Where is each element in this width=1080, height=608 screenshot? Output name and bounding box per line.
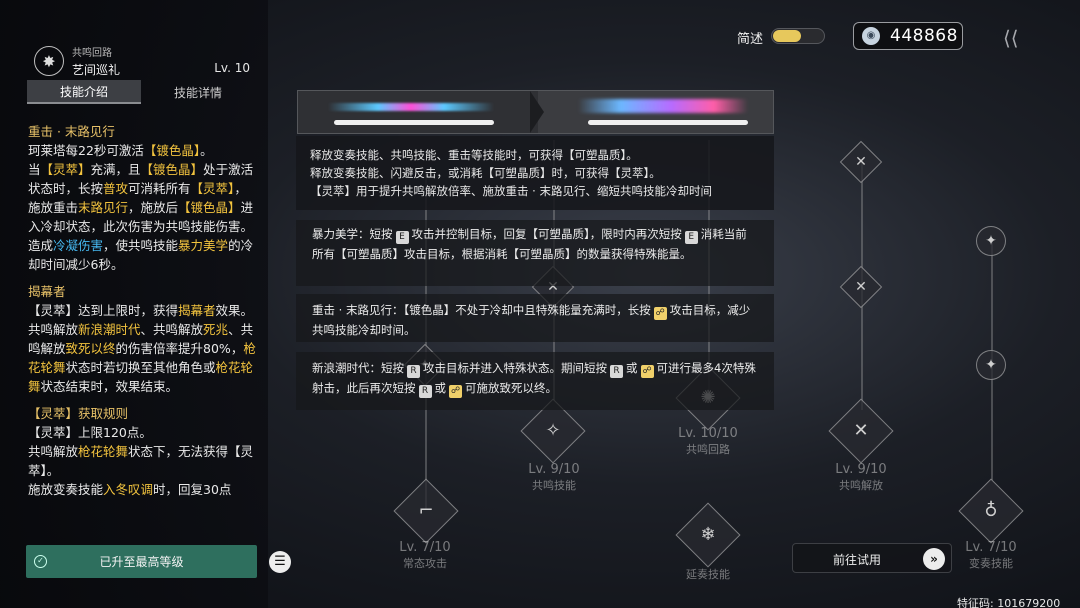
summary-toggle[interactable]	[771, 28, 825, 44]
desc-paragraph: 共鸣解放新浪潮时代、共鸣解放死兆、共鸣解放致死以终的伤害倍率提升80%，枪花轮舞…	[28, 322, 256, 394]
tree-node[interactable]: ✦	[976, 226, 1006, 256]
skill-header: ✸ 共鸣回路 艺间巡礼 Lv. 10	[34, 44, 264, 80]
energy-burst-icon	[578, 99, 748, 113]
desc-paragraph: 当【灵萃】充满，且【镀色晶】处于激活状态时，长按普攻可消耗所有【灵萃】，施放重击…	[28, 162, 254, 234]
skill-info-panel: ✸ 共鸣回路 艺间巡礼 Lv. 10 技能介绍 技能详情 重击 · 末路见行 珂…	[0, 0, 268, 608]
desc-paragraph: 造成冷凝伤害，使共鸣技能暴力美学的冷却时间减少6秒。	[28, 238, 254, 272]
summary-line: 【灵萃】用于提升共鸣解放倍率、施放重击 · 末路见行、缩短共鸣技能冷却时间	[310, 184, 712, 198]
desc-paragraph: 【灵萃】上限120点。	[28, 425, 152, 440]
section-title: 重击 · 末路见行	[28, 124, 115, 139]
section-title: 揭幕者	[28, 284, 66, 299]
energy-wave-icon	[328, 103, 494, 111]
detail-row-violent-aesthetics: 暴力美学：短按 E 攻击并控制目标，回复【可塑晶质】，限时内再次短按 E 消耗当前所有【…	[296, 220, 774, 286]
skill-node-basic-attack[interactable]: ⌐	[393, 478, 459, 544]
key-e-icon: E	[395, 231, 409, 244]
tree-node[interactable]: ✦	[976, 350, 1006, 380]
key-e-icon: E	[684, 231, 698, 244]
skill-node-outro[interactable]: ❄	[675, 502, 741, 568]
skill-name: 艺间巡礼	[72, 63, 121, 77]
skill-node-intro[interactable]: ♁	[958, 478, 1024, 544]
skill-tabs: 技能介绍 技能详情	[27, 80, 255, 104]
max-level-button[interactable]: ✓ 已升至最高等级	[26, 545, 257, 578]
trial-label: 前往试用	[833, 553, 882, 567]
star-icon: ✦	[985, 357, 997, 373]
node-caption: Lv. 7/10 常态攻击	[399, 540, 451, 570]
mechanic-summary: 释放变奏技能、共鸣技能、重击等技能时，可获得【可塑晶质】。 释放变奏技能、闪避反…	[296, 136, 774, 210]
pistol-icon: ⌐	[418, 500, 434, 521]
go-to-trial-button[interactable]: 前往试用 »	[792, 543, 952, 573]
node-caption: Lv. 9/10 共鸣解放	[835, 462, 887, 492]
detail-row-heavy-attack: 重击 · 末路见行：【镀色晶】不处于冷却中且特殊能量充满时，长按 ☍ 攻击目标，减少…	[296, 294, 774, 342]
skill-preview-banner	[297, 90, 774, 134]
desc-paragraph: 珂莱塔每22秒可激活【镀色晶】。	[28, 143, 213, 158]
key-r-icon: R	[610, 365, 623, 378]
tree-node[interactable]: ✕	[839, 265, 883, 309]
attack-key-icon: ☍	[449, 385, 462, 398]
crossed-swords-icon: ✕	[855, 279, 867, 295]
desc-paragraph: 共鸣解放枪花轮舞状态下，无法获得【灵萃】。	[28, 444, 254, 478]
tab-skill-intro[interactable]: 技能介绍	[27, 80, 141, 104]
currency-amount: 448868	[890, 26, 958, 46]
node-caption: 延奏技能	[686, 568, 730, 581]
detail-row-new-wave-era: 新浪潮时代：短按 R 攻击目标并进入特殊状态。期间短按 R 或 ☍ 可进行最多4次特殊射击，…	[296, 352, 774, 410]
shell-credit-icon: ◉	[862, 27, 880, 45]
key-r-icon: R	[407, 365, 420, 378]
character-emblem-icon: ✸	[34, 46, 64, 76]
section-title: 【灵萃】获取规则	[28, 406, 129, 421]
attack-key-icon: ☍	[640, 365, 654, 378]
back-arrow-icon[interactable]: ⟨⟨	[1003, 26, 1019, 50]
max-level-label: 已升至最高等级	[99, 555, 184, 569]
summary-line: 释放变奏技能、共鸣技能、重击等技能时，可获得【可塑晶质】。	[310, 148, 638, 162]
hold-attack-key-icon: ☍	[653, 307, 667, 320]
skill-level: Lv. 10	[214, 61, 250, 75]
double-chevron-right-icon: »	[923, 548, 945, 570]
skill-node-liberation[interactable]: ✕	[828, 398, 894, 464]
key-r-icon: R	[418, 385, 432, 398]
desc-paragraph: 施放变奏技能入冬叹调时，回复30点	[28, 482, 232, 497]
vase-icon: ♁	[984, 500, 998, 521]
star-icon: ✦	[985, 233, 997, 249]
skill-description: 重击 · 末路见行 珂莱塔每22秒可激活【镀色晶】。 当【灵萃】充满，且【镀色晶…	[28, 120, 258, 538]
skill-category: 共鸣回路	[72, 48, 112, 59]
dancer-icon: ✧	[545, 420, 561, 441]
summary-line: 释放变奏技能、闪避反击，或消耗【可塑晶质】时，可获得【灵萃】。	[310, 166, 661, 180]
check-icon: ✓	[34, 555, 47, 568]
node-caption: Lv. 9/10 共鸣技能	[528, 462, 580, 492]
crossed-swords-icon: ✕	[855, 154, 867, 170]
node-caption: Lv. 7/10 变奏技能	[965, 540, 1017, 570]
feature-code: 特征码: 101679200	[957, 597, 1061, 608]
gun-icon: ✕	[853, 420, 869, 441]
tree-node[interactable]: ✕	[839, 140, 883, 184]
node-caption: Lv. 10/10 共鸣回路	[678, 426, 738, 456]
list-icon[interactable]: ☰	[269, 551, 291, 573]
progress-bar	[588, 120, 748, 125]
desc-paragraph: 【灵萃】达到上限时，获得揭幕者效果。	[28, 303, 254, 318]
currency-display: ◉ 448868	[853, 22, 963, 50]
progress-bar	[334, 120, 494, 125]
toggle-knob	[773, 30, 801, 42]
summary-label: 简述	[737, 32, 764, 47]
tab-skill-details[interactable]: 技能详情	[141, 80, 255, 104]
snowflake-icon: ❄	[700, 524, 716, 545]
